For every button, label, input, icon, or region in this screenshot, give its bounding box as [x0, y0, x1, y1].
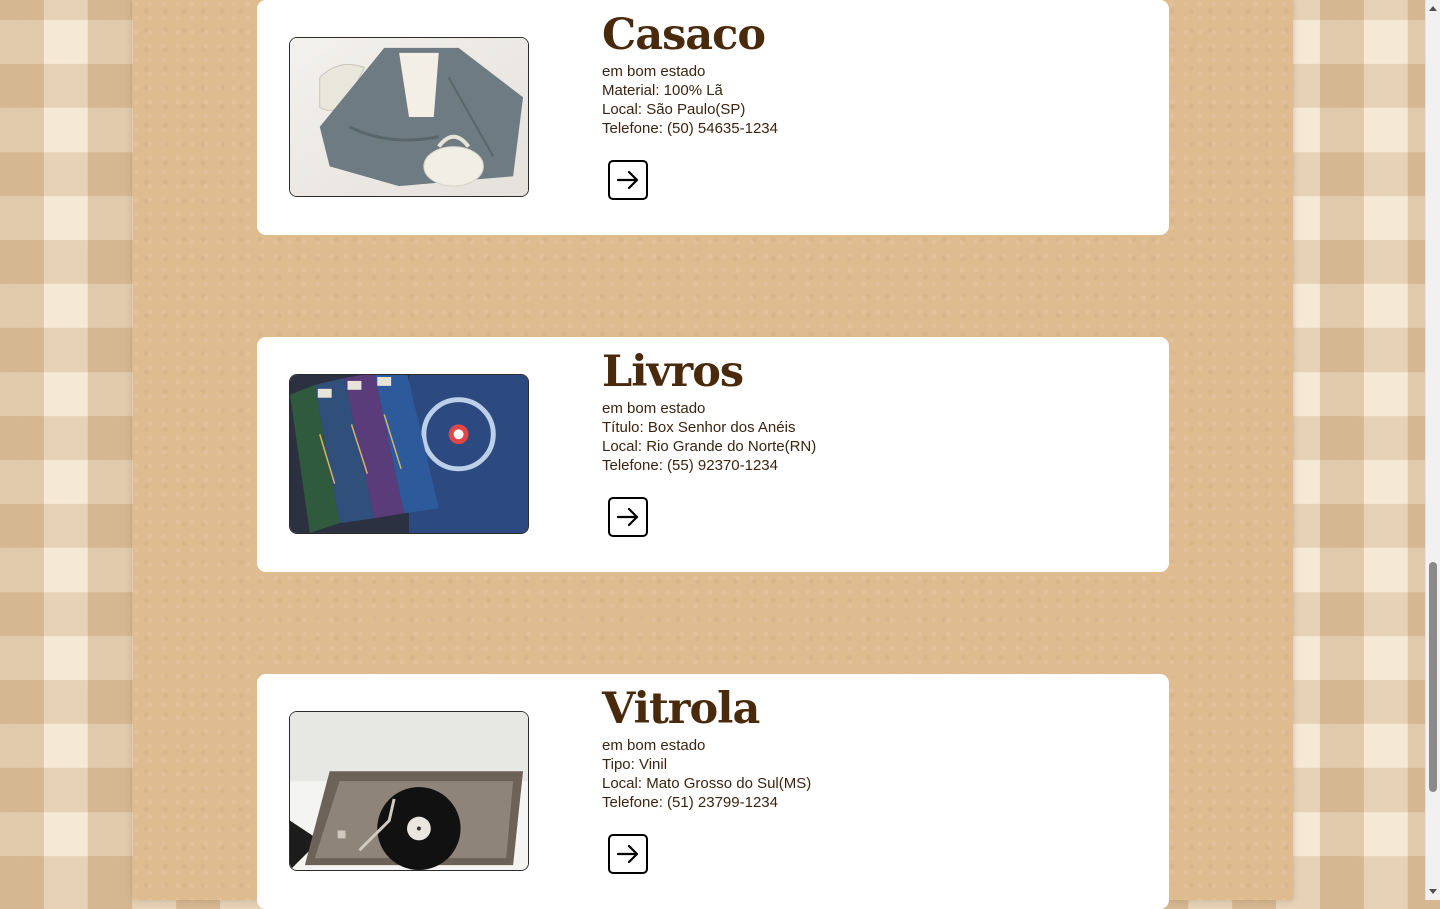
- product-detail: Tipo: Vinil: [602, 756, 668, 773]
- scroll-up-icon[interactable]: [1429, 6, 1437, 11]
- product-condition: em bom estado: [602, 63, 706, 80]
- product-detail: Título: Box Senhor dos Anéis: [602, 419, 796, 436]
- record-player-photo: [289, 711, 529, 871]
- product-location: Local: São Paulo(SP): [602, 101, 746, 118]
- product-location: Local: Rio Grande do Norte(RN): [602, 438, 817, 455]
- open-product-button[interactable]: [608, 497, 648, 537]
- product-condition: em bom estado: [602, 400, 706, 417]
- open-product-button[interactable]: [608, 160, 648, 200]
- coat-photo: [289, 37, 529, 197]
- open-product-button[interactable]: [608, 834, 648, 874]
- product-location: Local: Mato Grosso do Sul(MS): [602, 775, 812, 792]
- product-details: em bom estado Título: Box Senhor dos Ané…: [602, 399, 816, 475]
- product-list-panel: Casaco em bom estado Material: 100% Lã L…: [133, 0, 1293, 909]
- product-title: Casaco: [602, 10, 766, 60]
- product-detail: Material: 100% Lã: [602, 82, 723, 99]
- product-phone: Telefone: (51) 23799-1234: [602, 794, 778, 811]
- vertical-scrollbar[interactable]: [1425, 0, 1440, 900]
- product-details: em bom estado Tipo: Vinil Local: Mato Gr…: [602, 736, 811, 812]
- books-photo: [289, 374, 529, 534]
- product-card-vitrola: Vitrola em bom estado Tipo: Vinil Local:…: [257, 674, 1169, 909]
- product-title: Vitrola: [602, 684, 760, 734]
- scroll-down-icon[interactable]: [1429, 889, 1437, 894]
- arrow-right-icon: [616, 507, 639, 527]
- product-details: em bom estado Material: 100% Lã Local: S…: [602, 62, 778, 138]
- product-card-casaco: Casaco em bom estado Material: 100% Lã L…: [257, 0, 1169, 235]
- product-condition: em bom estado: [602, 737, 706, 754]
- product-card-livros: Livros em bom estado Título: Box Senhor …: [257, 337, 1169, 572]
- scrollbar-thumb[interactable]: [1429, 562, 1437, 792]
- arrow-right-icon: [616, 844, 639, 864]
- product-phone: Telefone: (50) 54635-1234: [602, 120, 778, 137]
- product-title: Livros: [602, 347, 744, 397]
- product-phone: Telefone: (55) 92370-1234: [602, 457, 778, 474]
- arrow-right-icon: [616, 170, 639, 190]
